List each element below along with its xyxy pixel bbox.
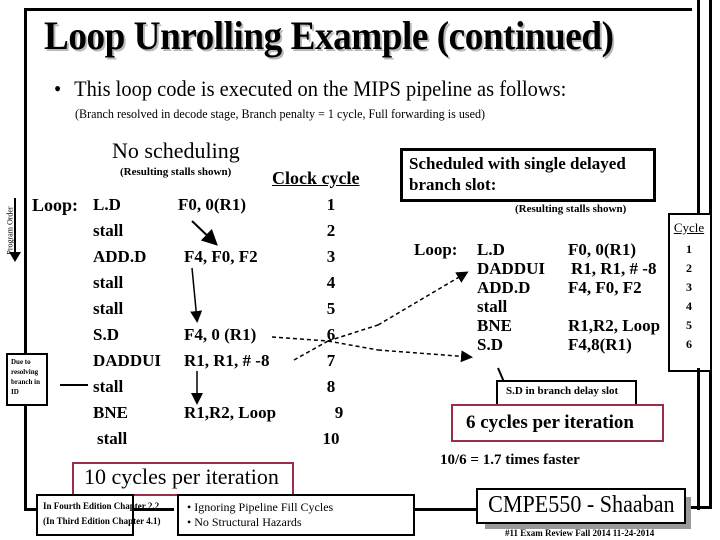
course-brand: CMPE550 - Shaaban <box>487 492 675 518</box>
right-row-cycle: 1 <box>686 242 692 256</box>
cycle-header: Cycle <box>673 220 705 235</box>
cycle-box: Cycle 1 2 3 4 5 6 <box>668 213 712 372</box>
right-row-op: stall <box>477 297 508 316</box>
move-arrow-sd-ext <box>327 340 379 351</box>
assumption-1: • Ignoring Pipeline Fill Cycles <box>187 500 334 514</box>
right-row-cycle: 6 <box>686 337 692 351</box>
right-loop-label: Loop: <box>414 240 458 259</box>
right-row-cycle: 3 <box>686 280 692 294</box>
raw-arrow-add-sd <box>190 267 203 323</box>
right-row-cycle: 5 <box>686 318 692 332</box>
right-row-args: F4,8(R1) <box>568 335 632 354</box>
move-arrow-sd-out <box>271 336 329 342</box>
right-row-op: S.D <box>477 335 503 354</box>
right-row-args: R1,R2, Loop <box>568 316 661 335</box>
cycle-box-top-connector <box>697 0 700 215</box>
left-summary-box: 10 cycles per iteration <box>72 462 294 496</box>
move-arrow-daddui-ext <box>327 324 379 342</box>
assumption-2: • No Structural Hazards <box>187 515 302 529</box>
right-summary-box: 6 cycles per iteration <box>451 404 664 442</box>
assumption-1-text: Ignoring Pipeline Fill Cycles <box>194 500 334 514</box>
right-row-cycle: 4 <box>686 299 692 313</box>
raw-arrow-ld-add <box>191 220 218 246</box>
scheduled-heading-line1: Scheduled with single delayed <box>409 154 626 173</box>
right-row-cycle: 2 <box>686 261 692 275</box>
left-summary: 10 cycles per iteration <box>84 464 279 489</box>
edition-ref-box: In Fourth Edition Chapter 2.2 (In Third … <box>36 494 160 536</box>
assumption-2-text: No Structural Hazards <box>194 515 302 529</box>
right-row-args: F0, 0(R1) <box>568 240 636 259</box>
assumptions-box: • Ignoring Pipeline Fill Cycles • No Str… <box>177 494 415 536</box>
slide-reference: #11 Exam Review Fall 2014 11-24-2014 <box>505 528 655 538</box>
move-arrow-sd-target <box>377 349 473 363</box>
right-row-args: F4, F0, F2 <box>568 278 642 297</box>
right-row-op: BNE <box>477 316 512 335</box>
delay-slot-note: S.D in branch delay slot <box>506 385 619 397</box>
right-stalls-note: (Resulting stalls shown) <box>515 203 627 215</box>
right-summary: 6 cycles per iteration <box>466 412 634 433</box>
delay-slot-note-box: S.D in branch delay slot <box>496 380 637 406</box>
right-row-op: ADD.D <box>477 278 531 297</box>
edition-ref-line2: (In Third Edition Chapter 4.1) <box>43 516 161 526</box>
cycle-box-bottom-connector <box>697 368 700 510</box>
course-brand-box: CMPE550 - Shaaban <box>476 488 686 524</box>
right-row-args: R1, R1, # -8 <box>571 259 657 278</box>
edition-ref-line1: In Fourth Edition Chapter 2.2 <box>43 501 160 511</box>
move-arrow-daddui-target <box>377 271 469 326</box>
scheduled-heading-box: Scheduled with single delayed branch slo… <box>400 148 656 202</box>
speedup-text: 10/6 = 1.7 times faster <box>440 452 580 468</box>
move-arrow-daddui-in <box>293 340 329 361</box>
right-row-op: DADDUI <box>477 259 545 278</box>
scheduled-heading-line2: branch slot: <box>409 175 497 194</box>
right-row-op: L.D <box>477 240 505 259</box>
scheduled-heading: Scheduled with single delayed branch slo… <box>403 151 653 197</box>
